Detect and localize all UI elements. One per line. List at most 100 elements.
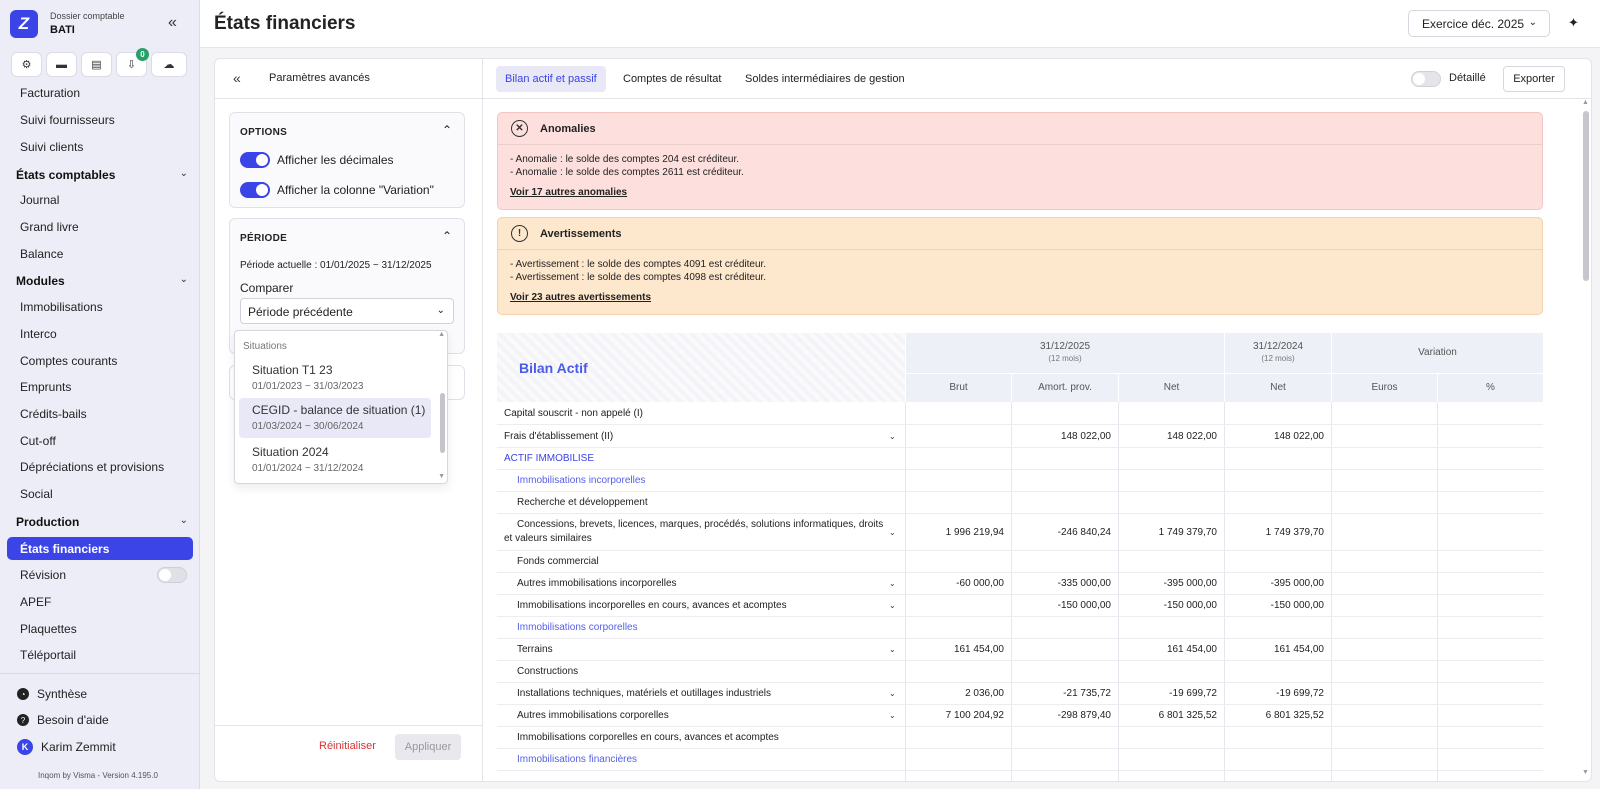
sidebar-synthese[interactable]: ◔ Synthèse [17, 687, 87, 701]
col-net-2024: Net [1224, 374, 1331, 402]
option-dates: 01/03/2024 ~ 30/06/2024 [252, 421, 364, 432]
chevron-up-icon[interactable]: ⌃ [442, 123, 452, 137]
table-row[interactable]: Frais d'établissement (II) ⌄ 148 022,00 148… [497, 425, 1543, 448]
dropdown-option[interactable]: Situation T1 23 01/01/2023 ~ 31/03/2023 [239, 358, 431, 398]
collapse-sidebar-icon[interactable]: « [168, 14, 177, 32]
option-decimals-row[interactable]: Afficher les décimales [240, 152, 394, 168]
sidebar-item-credits-bails[interactable]: Crédits-bails [20, 407, 87, 421]
sidebar-item-plaquettes[interactable]: Plaquettes [20, 622, 77, 636]
scroll-down-icon[interactable]: ▼ [438, 473, 445, 480]
scroll-up-icon[interactable]: ▲ [438, 331, 445, 338]
table-cell: 161 454,00 [1273, 644, 1324, 655]
sidebar-section-modules[interactable]: Modules ⌄ [16, 274, 188, 288]
sidebar-item-etats-financiers[interactable]: États financiers [7, 537, 193, 560]
scroll-down-icon[interactable]: ▼ [1582, 769, 1589, 776]
decimals-toggle[interactable] [240, 152, 270, 168]
inbox-icon[interactable]: ⇩ 0 [116, 48, 149, 77]
apply-button[interactable]: Appliquer [395, 734, 461, 760]
row-label: Recherche et développement [517, 497, 648, 508]
table-row: Recherche et développement [497, 492, 1543, 514]
sidebar-item-immobilisations[interactable]: Immobilisations [20, 300, 103, 314]
table-row: Immobilisations corporelles [497, 617, 1543, 639]
option-dates: 01/01/2023 ~ 31/03/2023 [252, 381, 364, 392]
more-warnings-link[interactable]: Voir 23 autres avertissements [510, 292, 651, 303]
more-anomalies-link[interactable]: Voir 17 autres anomalies [510, 187, 627, 198]
scroll-up-icon[interactable]: ▲ [1582, 99, 1589, 106]
chevron-down-icon[interactable]: ⌄ [889, 528, 896, 537]
chevron-down-icon[interactable]: ⌄ [889, 645, 896, 654]
tab-bilan[interactable]: Bilan actif et passif [496, 66, 606, 92]
option-variation-row[interactable]: Afficher la colonne "Variation" [240, 182, 434, 198]
table-row[interactable]: Terrains ⌄ 161 454,00 161 454,00 161 454,00 [497, 639, 1543, 661]
alert-line: - Anomalie : le solde des comptes 204 es… [510, 154, 740, 165]
sidebar-item-journal[interactable]: Journal [20, 193, 59, 207]
table-row: ACTIF IMMOBILISE [497, 448, 1543, 470]
dossier-name[interactable]: BATI [50, 24, 75, 36]
decimals-label: Afficher les décimales [277, 153, 394, 167]
table-cell: 161 454,00 [1166, 644, 1217, 655]
comparer-select[interactable]: Période précédente ⌄ [240, 298, 454, 324]
dropdown-option[interactable]: Situation 2024 01/01/2024 ~ 31/12/2024 [239, 440, 431, 480]
exercise-select[interactable]: Exercice déc. 2025 ⌄ [1408, 10, 1550, 37]
chevron-down-icon[interactable]: ⌄ [889, 711, 896, 720]
revision-toggle[interactable] [157, 567, 187, 583]
variation-toggle[interactable] [240, 182, 270, 198]
sidebar-item-balance[interactable]: Balance [20, 247, 63, 261]
folder-icon[interactable]: ▬ [46, 52, 77, 77]
period2-header: 31/12/2024 (12 mois) [1224, 333, 1331, 373]
sidebar-item-suivi-clients[interactable]: Suivi clients [20, 140, 83, 154]
sidebar-section-production[interactable]: Production ⌄ [16, 515, 188, 529]
cloud-upload-icon[interactable]: ☁ [151, 52, 187, 77]
chevron-down-icon: ⌄ [1528, 17, 1537, 28]
top-bar: États financiers Exercice déc. 2025 ⌄ ✦ [200, 0, 1600, 48]
sidebar-section-etats-comptables[interactable]: États comptables ⌄ [16, 168, 188, 182]
synthese-label: Synthèse [37, 687, 88, 701]
chevron-down-icon[interactable]: ⌄ [889, 579, 896, 588]
table-row[interactable]: Installations techniques, matériels et o… [497, 683, 1543, 705]
row-label: Immobilisations incorporelles en cours, … [517, 600, 787, 611]
warnings-alert: ! Avertissements - Avertissement : le so… [497, 217, 1543, 315]
chevron-up-icon[interactable]: ⌃ [442, 229, 452, 243]
period1-header: 31/12/2025 (12 mois) [905, 333, 1224, 373]
sidebar-item-interco[interactable]: Interco [20, 327, 57, 341]
collapse-panel-icon[interactable]: « [233, 70, 241, 86]
chevron-down-icon[interactable]: ⌄ [889, 601, 896, 610]
sidebar-item-facturation[interactable]: Facturation [20, 86, 80, 100]
sidebar-user[interactable]: K Karim Zemmit [17, 739, 116, 755]
tab-comptes-resultat[interactable]: Comptes de résultat [614, 66, 730, 92]
sidebar-item-emprunts[interactable]: Emprunts [20, 380, 71, 394]
table-cell: -150 000,00 [1057, 600, 1111, 611]
settings-icon[interactable]: ⚙ [11, 52, 42, 77]
table-row[interactable]: Autres immobilisations incorporelles ⌄ -60… [497, 573, 1543, 595]
reset-button[interactable]: Réinitialiser [319, 740, 376, 752]
chevron-down-icon[interactable]: ⌄ [889, 689, 896, 698]
printer-icon[interactable]: ▤ [81, 52, 112, 77]
sidebar-item-apef[interactable]: APEF [20, 595, 51, 609]
detail-toggle[interactable] [1411, 71, 1441, 87]
dropdown-option[interactable]: CEGID - balance de situation (1) 01/03/20… [239, 398, 431, 438]
table-row[interactable]: Concessions, brevets, licences, marques,… [497, 514, 1543, 551]
table-row[interactable]: Immobilisations incorporelles en cours, … [497, 595, 1543, 617]
sidebar-aide[interactable]: ? Besoin d'aide [17, 713, 109, 727]
sidebar-item-grand-livre[interactable]: Grand livre [20, 220, 79, 234]
row-label: Autres immobilisations incorporelles [517, 578, 677, 589]
sidebar-item-cut-off[interactable]: Cut-off [20, 434, 56, 448]
table-cell: 7 100 204,92 [945, 710, 1004, 721]
chevron-down-icon: ⌄ [179, 515, 188, 526]
scrollbar[interactable]: ▲ ▼ [1581, 99, 1591, 781]
table-row[interactable]: Autres immobilisations corporelles ⌄ 7 100… [497, 705, 1543, 727]
chevron-down-icon[interactable]: ⌄ [889, 432, 896, 441]
sidebar-item-revision[interactable]: Révision [20, 568, 66, 582]
section-label: États comptables [16, 168, 116, 182]
tab-sig[interactable]: Soldes intermédiaires de gestion [736, 66, 914, 92]
app-logo: Z [10, 10, 38, 38]
dropdown-scroll-thumb[interactable] [440, 393, 445, 453]
sidebar-item-social[interactable]: Social [20, 487, 53, 501]
scroll-thumb[interactable] [1583, 111, 1589, 281]
sidebar-item-comptes-courants[interactable]: Comptes courants [20, 354, 117, 368]
sidebar-item-teleportail[interactable]: Téléportail [20, 648, 76, 662]
sparkle-icon[interactable]: ✦ [1568, 15, 1579, 31]
export-button[interactable]: Exporter [1503, 66, 1565, 92]
sidebar-item-depreciations[interactable]: Dépréciations et provisions [20, 460, 164, 474]
sidebar-item-suivi-fournisseurs[interactable]: Suivi fournisseurs [20, 113, 115, 127]
